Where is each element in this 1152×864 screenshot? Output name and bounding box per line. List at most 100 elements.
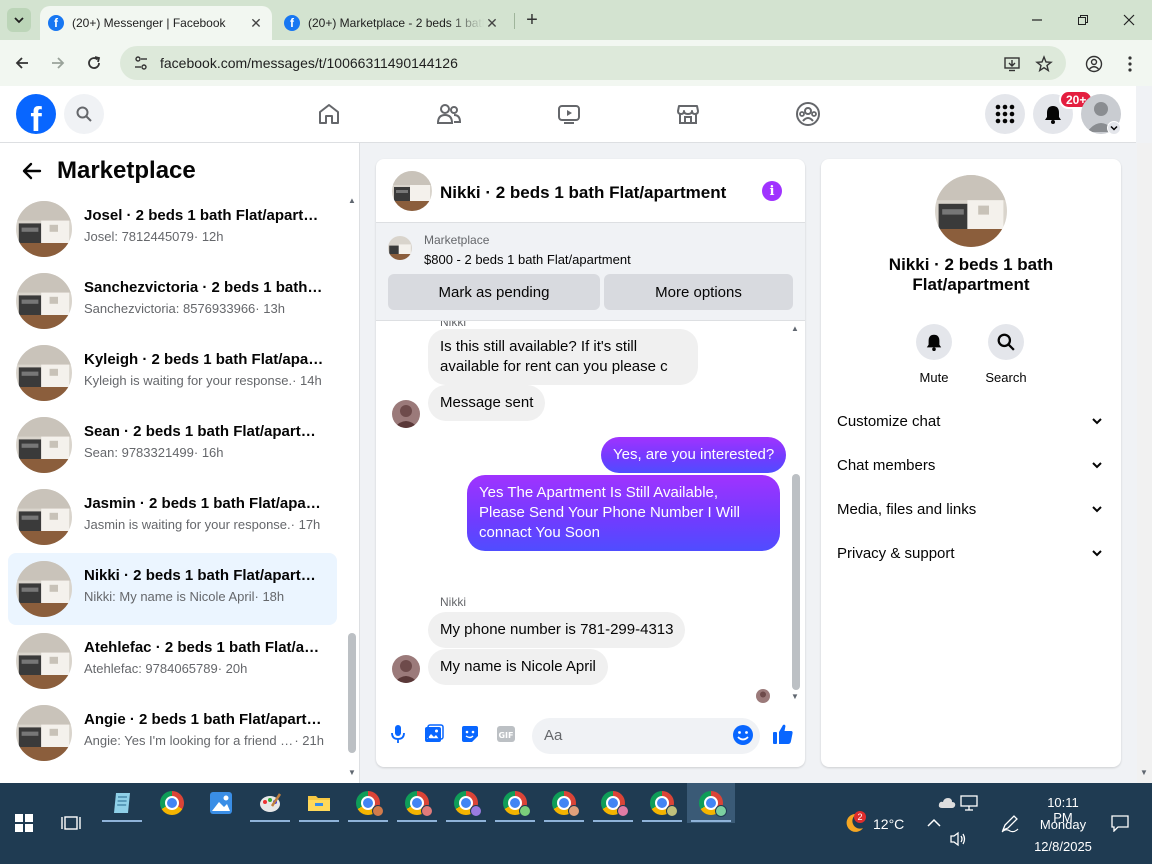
site-settings-icon[interactable] [132,54,150,72]
taskbar-app-notepad[interactable] [102,783,142,823]
taskbar-app-chrome-profile-7[interactable] [642,783,682,823]
listing-thumbnail[interactable] [388,236,412,260]
page-scrollbar[interactable]: ▼ [1137,143,1152,783]
scroll-up-arrow[interactable]: ▲ [347,195,357,205]
section-chat-members[interactable]: Chat members [837,445,1105,485]
more-options-button[interactable]: More options [604,274,793,310]
taskbar-app-file-explorer[interactable] [299,783,339,823]
conversation-item[interactable]: Nikki · 2 beds 1 bath Flat/apartment Nik… [8,553,337,625]
profile-icon[interactable] [1084,54,1104,74]
pen-menu-button[interactable] [990,803,1030,843]
mute-button[interactable]: Mute [904,324,964,385]
message-bubble-outgoing[interactable]: Yes, are you interested? [601,437,787,473]
like-button[interactable] [771,722,795,746]
message-bubble-incoming[interactable]: My name is Nicole April [428,649,608,685]
address-bar[interactable]: facebook.com/messages/t/1006631149014412… [120,46,1066,80]
taskbar-app-chrome-profile-8[interactable] [691,783,731,823]
tab-search-button[interactable] [7,8,31,32]
conversation-item[interactable]: Angie · 2 beds 1 bath Flat/apartment Ang… [8,697,337,769]
close-window-button[interactable] [1117,8,1141,32]
conversation-item[interactable]: Jasmin · 2 beds 1 bath Flat/apartment Ja… [8,481,337,553]
tab-marketplace[interactable]: f (20+) Marketplace - 2 beds 1 bath ✕ [276,6,508,40]
chat-avatar[interactable] [392,171,432,211]
page-scroll-down-arrow[interactable]: ▼ [1139,767,1149,777]
search-in-chat-button[interactable]: Search [976,324,1036,385]
message-bubble-incoming[interactable]: Message sent [428,385,546,421]
gif-button[interactable]: GIF [494,722,518,746]
notification-center-button[interactable] [1100,803,1140,843]
minimize-button[interactable] [1025,8,1049,32]
onedrive-network-tray[interactable] [938,791,978,815]
menu-grid-button[interactable] [985,94,1025,134]
section-privacy-support[interactable]: Privacy & support [837,533,1105,573]
clock-day[interactable]: Monday [1036,817,1090,832]
conversation-item[interactable]: Sean · 2 beds 1 bath Flat/apartment Sean… [8,409,337,481]
tab-messenger[interactable]: f (20+) Messenger | Facebook ✕ [40,6,272,40]
nav-marketplace[interactable] [674,100,702,128]
facebook-search-button[interactable] [64,94,104,134]
section-media-files-links[interactable]: Media, files and links [837,489,1105,529]
tab-close-icon[interactable]: ✕ [248,15,264,32]
browser-menu-icon[interactable] [1120,54,1140,74]
attach-photo-button[interactable] [422,722,446,746]
volume-button[interactable] [938,827,978,851]
bookmark-star-icon[interactable] [1034,54,1054,74]
clock-date[interactable]: 12/8/2025 [1030,839,1096,854]
chat-info-avatar[interactable] [935,175,1007,247]
temperature[interactable]: 12°C [873,816,904,832]
taskbar-app-chrome-profile-5[interactable] [544,783,584,823]
nav-groups[interactable] [794,100,822,128]
taskbar-app-photos[interactable] [201,783,241,823]
chat-scroll-down-arrow[interactable]: ▼ [790,691,800,701]
forward-button[interactable] [45,50,71,76]
back-to-chats-button[interactable] [20,159,44,183]
conversation-item[interactable]: Kyleigh · 2 beds 1 bath Flat/apartment K… [8,337,337,409]
conversation-item[interactable]: Sanchezvictoria · 2 beds 1 bath Flat/apa… [8,265,337,337]
voice-clip-button[interactable] [386,722,410,746]
listing-title[interactable]: $800 - 2 beds 1 bath Flat/apartment [424,252,631,267]
taskbar-app-chrome-profile-2[interactable] [397,783,437,823]
nav-friends[interactable] [435,100,463,128]
taskbar-app-chrome-profile-6[interactable] [593,783,633,823]
scroll-down-arrow[interactable]: ▼ [347,767,357,777]
conversation-name: Jasmin · 2 beds 1 bath Flat/apartment [84,495,324,512]
conversation-item[interactable]: Josel · 2 beds 1 bath Flat/apartment Jos… [8,193,337,265]
tab-close-icon[interactable]: ✕ [484,15,500,32]
nav-home[interactable] [315,100,343,128]
new-tab-button[interactable]: + [520,8,544,32]
mark-as-pending-button[interactable]: Mark as pending [388,274,600,310]
taskbar-app-paint[interactable] [250,783,290,823]
emoji-button[interactable] [732,724,756,748]
back-button[interactable] [9,50,35,76]
install-app-icon[interactable] [1002,54,1022,74]
chat-scrollbar[interactable] [792,474,800,690]
info-icon[interactable]: i [762,181,782,201]
app-running-indicator [299,820,339,822]
message-bubble-incoming[interactable]: My phone number is 781-299-4313 [428,612,686,648]
task-view-button[interactable] [51,803,91,843]
message-input[interactable]: Aa [532,718,760,754]
reload-button[interactable] [81,50,107,76]
sticker-button[interactable] [458,722,482,746]
account-caret[interactable] [1107,121,1121,135]
search-circle[interactable] [988,324,1024,360]
url-text[interactable]: facebook.com/messages/t/1006631149014412… [160,55,1066,71]
restore-button[interactable] [1071,8,1095,32]
section-customize-chat[interactable]: Customize chat [837,401,1105,441]
chat-title[interactable]: Nikki · 2 beds 1 bath Flat/apartment [440,183,726,203]
speaker-icon [950,831,966,847]
chat-scroll-up-arrow[interactable]: ▲ [790,323,800,333]
taskbar-app-chrome-profile-3[interactable] [446,783,486,823]
facebook-logo-icon[interactable]: f [16,94,56,134]
conversation-item[interactable]: Atehlefac · 2 beds 1 bath Flat/apartment… [8,625,337,697]
start-button[interactable] [4,803,44,843]
emoji-icon [733,725,753,745]
taskbar-app-chrome-profile-4[interactable] [495,783,535,823]
nav-video[interactable] [555,100,583,128]
message-bubble-incoming[interactable]: Is this still available? If it's still a… [428,329,698,385]
mute-circle[interactable] [916,324,952,360]
taskbar-app-chrome-profile-1[interactable] [348,783,388,823]
message-bubble-outgoing[interactable]: Yes The Apartment Is Still Available, Pl… [467,475,780,551]
conversation-list-scrollbar[interactable] [348,633,356,753]
taskbar-app-chrome[interactable] [152,783,192,823]
